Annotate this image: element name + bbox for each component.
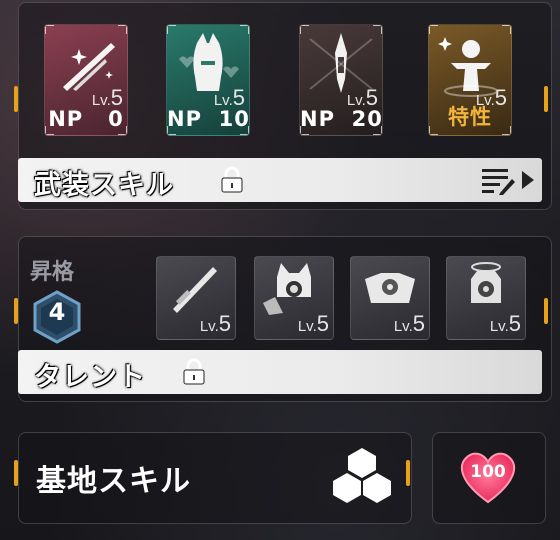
talent-level: Lv.5 xyxy=(489,311,521,336)
right-accent xyxy=(544,298,548,324)
card-trait-label: 特性 xyxy=(448,105,492,129)
halo-robot-talent-icon xyxy=(471,262,501,303)
affection-value: 100 xyxy=(470,462,506,482)
left-accent xyxy=(14,86,18,112)
lock-icon xyxy=(183,358,205,385)
weapon-skill-card-np20[interactable]: Lv.5 NP 20 xyxy=(299,24,383,136)
talent-card[interactable]: Lv.5 xyxy=(446,256,526,340)
weapon-skill-card-trait[interactable]: Lv.5 特性 xyxy=(428,24,512,136)
right-accent xyxy=(406,460,410,486)
cat-robot-talent-icon xyxy=(263,263,311,315)
talent-card[interactable]: Lv.5 xyxy=(350,256,430,340)
talent-level: Lv.5 xyxy=(393,311,425,336)
lock-icon xyxy=(221,166,243,193)
ascension-level-value: 4 xyxy=(48,298,66,326)
talent-level: Lv.5 xyxy=(199,311,231,336)
talent-bar[interactable]: タレント xyxy=(18,350,542,394)
card-np-label: NP 0 xyxy=(48,107,124,131)
left-accent xyxy=(14,298,18,324)
weapon-skill-title: 武装スキル xyxy=(34,170,174,201)
card-np-label: NP 10 xyxy=(167,107,250,131)
weapon-skill-card-np0[interactable]: Lv.5 NP 0 xyxy=(44,24,128,136)
talent-card[interactable]: Lv.5 xyxy=(156,256,236,340)
card-np-label: NP 20 xyxy=(300,107,383,131)
base-skill-title: 基地スキル xyxy=(36,464,191,499)
talent-card[interactable]: Lv.5 xyxy=(254,256,334,340)
cube-cluster-icon xyxy=(333,448,391,503)
talent-level: Lv.5 xyxy=(297,311,329,336)
edit-list-icon[interactable] xyxy=(478,165,538,195)
weapon-skill-card-np10[interactable]: Lv.5 NP 10 xyxy=(166,24,250,136)
right-accent xyxy=(544,86,548,112)
weapon-skill-bar[interactable]: 武装スキル xyxy=(18,158,542,202)
left-accent xyxy=(14,460,18,486)
sword-talent-icon xyxy=(173,267,217,313)
talent-title: タレント xyxy=(34,362,146,393)
gear-fist-talent-icon xyxy=(365,273,415,303)
ascension-label: 昇格 xyxy=(30,260,75,285)
